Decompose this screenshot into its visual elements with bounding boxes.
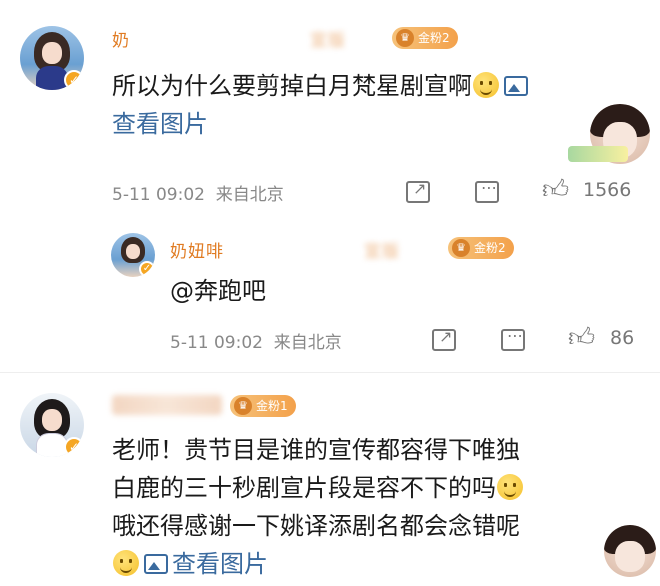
sticker-face [615, 540, 645, 572]
username-blurred: 宣版 [364, 242, 400, 262]
like-count: 86 [610, 327, 635, 349]
crown-icon: ♛ [234, 397, 252, 415]
emoji-icon [113, 550, 139, 576]
sticker-base [568, 146, 628, 162]
like-icon[interactable]: 👍︎ [542, 174, 569, 205]
reply-icon[interactable] [475, 178, 499, 203]
location: 来自北京 [215, 185, 284, 205]
comment-line-2-text: 白鹿的三十秒剧宣片段是容不下的吗 [112, 474, 496, 502]
comment-line-2: 白鹿的三十秒剧宣片段是容不下的吗 [112, 469, 652, 507]
reply-icon[interactable] [501, 326, 525, 351]
location: 来自北京 [273, 333, 342, 353]
verified-icon: ✓ [64, 70, 84, 90]
view-image-link[interactable]: 查看图片 [112, 110, 208, 138]
avatar[interactable]: ✓ [20, 393, 84, 457]
avatar-face [42, 42, 62, 64]
like-icon[interactable]: 👍︎ [568, 322, 595, 353]
comment-1: ✓ 奶 宣版 ♛ 金粉2 所以为什么要剪掉白月梵星剧宣啊 查看图片 5-11 09:… [0, 0, 660, 215]
avatar-face [42, 409, 62, 431]
comment-meta: 5-11 09:02 来自北京 [112, 180, 284, 205]
username-visible: 奶 [112, 31, 130, 51]
avatar[interactable]: ✓ [20, 26, 84, 90]
comment-text: 老师！贵节目是谁的宣传都容得下唯独 白鹿的三十秒剧宣片段是容不下的吗 哦还得感谢… [112, 431, 652, 583]
comment-3: ✓ ♛ 金粉1 老师！贵节目是谁的宣传都容得下唯独 白鹿的三十秒剧宣片段是容不下的… [0, 373, 660, 586]
comment-body: 所以为什么要剪掉白月梵星剧宣啊 [112, 72, 472, 100]
username-visible: 奶妞啡 [170, 242, 224, 262]
username-blurred[interactable] [112, 395, 222, 415]
crown-icon: ♛ [452, 239, 470, 257]
fan-badge-label: 金粉2 [418, 31, 450, 45]
mention-link[interactable]: @奔跑吧 [170, 277, 266, 305]
forward-icon[interactable] [432, 327, 456, 351]
crown-icon: ♛ [396, 29, 414, 47]
username[interactable]: 奶 宣版 [112, 26, 346, 51]
like-count: 1566 [583, 179, 632, 201]
fan-badge: ♛ 金粉1 [230, 395, 296, 417]
avatar-face [126, 244, 140, 259]
timestamp: 5-11 09:02 [170, 333, 263, 353]
verified-icon: ✓ [64, 437, 84, 457]
username-blurred: 宣版 [310, 31, 346, 51]
comment-2-reply: ✓ 奶妞啡 宣版 ♛ 金粉2 @奔跑吧 5-11 09:02 来自北京 👍︎ 86 [0, 215, 660, 375]
sticker-image[interactable] [604, 525, 656, 577]
timestamp: 5-11 09:02 [112, 185, 205, 205]
avatar[interactable]: ✓ [111, 233, 155, 277]
emoji-icon [497, 474, 523, 500]
comment-line-1: 老师！贵节目是谁的宣传都容得下唯独 [112, 436, 520, 464]
fan-badge: ♛ 金粉2 [392, 27, 458, 49]
comment-text: 所以为什么要剪掉白月梵星剧宣啊 查看图片 [112, 67, 632, 143]
comment-line-4: 查看图片 [112, 545, 652, 583]
emoji-icon [473, 72, 499, 98]
image-icon[interactable] [144, 554, 168, 574]
fan-badge-label: 金粉1 [256, 399, 288, 413]
view-image-link[interactable]: 查看图片 [172, 550, 268, 578]
comment-meta: 5-11 09:02 来自北京 [170, 328, 342, 353]
comment-line-3: 哦还得感谢一下姚译添剧名都会念错呢 [112, 512, 520, 540]
comment-text: @奔跑吧 [170, 272, 266, 310]
fan-badge: ♛ 金粉2 [448, 237, 514, 259]
username[interactable]: 奶妞啡 宣版 [170, 237, 400, 262]
image-icon[interactable] [504, 76, 528, 96]
verified-icon: ✓ [139, 261, 155, 277]
forward-icon[interactable] [406, 179, 430, 203]
fan-badge-label: 金粉2 [474, 241, 506, 255]
